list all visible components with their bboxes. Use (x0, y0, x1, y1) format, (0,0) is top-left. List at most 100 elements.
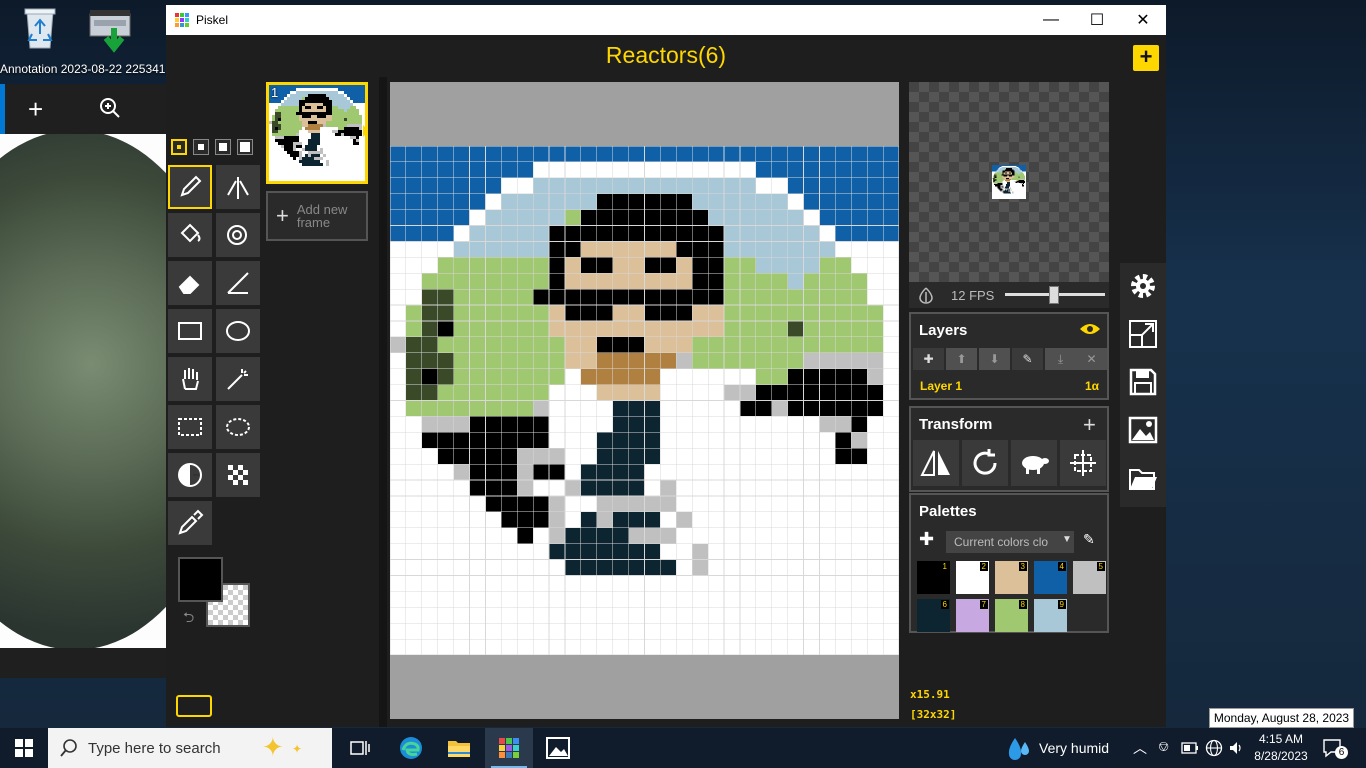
swap-colors-icon[interactable]: ⮌ (183, 607, 194, 631)
webcam-icon[interactable]: ⎊ (1158, 738, 1169, 755)
edit-layer-button[interactable]: ✎ (1012, 348, 1043, 370)
onion-skin-icon[interactable] (917, 286, 935, 307)
taskbar-search[interactable]: Type here to search ✦ ✦ (48, 728, 332, 768)
globe-icon[interactable] (1205, 739, 1223, 757)
edge-browser-button[interactable] (387, 728, 435, 768)
scanner-icon[interactable] (84, 4, 144, 64)
drawing-canvas[interactable] (390, 146, 899, 655)
edit-palette-icon[interactable]: ✎ (1083, 531, 1095, 548)
tools-panel: ⮌ (166, 77, 266, 727)
magic-wand-icon (227, 369, 248, 390)
palette-swatch[interactable]: 7 (956, 599, 989, 632)
zoom-icon[interactable] (98, 96, 122, 125)
rectangle-tool[interactable] (168, 309, 212, 353)
settings-toolbar (1120, 263, 1166, 507)
recycle-bin-icon[interactable] (10, 4, 70, 64)
close-button[interactable]: ✕ (1120, 5, 1166, 35)
pen-size-3[interactable] (215, 139, 231, 155)
palette-swatch[interactable]: 8 (995, 599, 1028, 632)
settings-button[interactable] (1120, 263, 1166, 309)
chevron-up-icon[interactable]: ︿ (1133, 738, 1147, 758)
open-button[interactable] (1120, 455, 1166, 501)
battery-icon[interactable] (1181, 741, 1199, 755)
edge-icon (400, 737, 422, 759)
stroke-tool[interactable] (216, 261, 260, 305)
pen-size-selector (171, 139, 253, 155)
palette-swatch[interactable]: 6 (917, 599, 950, 632)
palette-swatch[interactable]: 2 (956, 561, 989, 594)
color-picker-tool[interactable] (168, 501, 212, 545)
taskbar: Type here to search ✦ ✦ Very humid ︿ ⎊ 4… (0, 728, 1366, 768)
palette-swatch[interactable]: 3 (995, 561, 1028, 594)
circle-tool[interactable] (216, 309, 260, 353)
pen-size-4[interactable] (237, 139, 253, 155)
new-sprite-button[interactable]: + (1133, 45, 1159, 71)
clone-button[interactable] (1011, 440, 1057, 486)
palette-swatch[interactable]: 5 (1073, 561, 1106, 594)
system-clock[interactable]: 4:15 AM 8/28/2023 (1250, 731, 1312, 765)
photos-button[interactable] (534, 728, 582, 768)
move-layer-up-button[interactable]: ⬆ (946, 348, 977, 370)
piskel-taskbar-button[interactable] (485, 728, 533, 768)
pen-tool[interactable] (168, 165, 212, 209)
paint-bucket-tool[interactable] (168, 213, 212, 257)
swatch-number: 2 (979, 562, 988, 571)
pen-size-2[interactable] (193, 139, 209, 155)
move-tool[interactable] (168, 357, 212, 401)
shape-selection-tool[interactable] (216, 357, 260, 401)
eye-icon[interactable] (1079, 321, 1101, 342)
palette-swatch[interactable]: 9 (1034, 599, 1067, 632)
fps-slider-handle[interactable] (1049, 286, 1059, 304)
zoom-level: x15.91 (910, 688, 950, 701)
add-frame-button[interactable]: + Add new frame (266, 191, 368, 241)
dithering-tool[interactable] (216, 453, 260, 497)
export-button[interactable] (1120, 407, 1166, 453)
swatch-number: 3 (1018, 562, 1027, 571)
drawing-canvas-area[interactable] (390, 82, 899, 719)
eraser-tool[interactable] (168, 261, 212, 305)
folder-icon (1129, 469, 1157, 490)
task-view-button[interactable] (336, 728, 384, 768)
lighten-tool[interactable] (168, 453, 212, 497)
maximize-button[interactable]: ☐ (1074, 5, 1120, 35)
add-icon[interactable]: + (28, 96, 43, 122)
pen-size-1[interactable] (171, 139, 187, 155)
palette-select[interactable]: Current colors clo (946, 531, 1074, 553)
expand-transform-icon[interactable]: + (1083, 412, 1096, 438)
notifications-button[interactable]: 6 (1322, 737, 1348, 764)
add-layer-button[interactable]: ✚ (913, 348, 944, 370)
paint-same-pixels-tool[interactable] (216, 213, 260, 257)
resize-button[interactable] (1120, 311, 1166, 357)
start-button[interactable] (0, 728, 48, 768)
delete-layer-button[interactable]: ✕ (1076, 348, 1107, 370)
vertical-mirror-pen-tool[interactable] (216, 165, 260, 209)
dither-icon (228, 465, 248, 485)
flip-button[interactable] (913, 440, 959, 486)
document-title[interactable]: Reactors(6) (166, 42, 1166, 69)
eraser-icon (178, 275, 200, 294)
weather-text[interactable]: Very humid (1039, 740, 1109, 756)
rectangle-selection-tool[interactable] (168, 405, 212, 449)
primary-color-swatch[interactable] (178, 557, 223, 602)
mirror-pen-icon (227, 177, 249, 199)
lasso-selection-tool[interactable] (216, 405, 260, 449)
humidity-icon[interactable] (1007, 736, 1031, 762)
volume-icon[interactable] (1228, 740, 1244, 756)
background-photo-window (0, 84, 166, 678)
align-center-button[interactable] (1060, 440, 1106, 486)
file-explorer-button[interactable] (435, 728, 483, 768)
save-button[interactable] (1120, 359, 1166, 405)
rotate-button[interactable] (962, 440, 1008, 486)
minimize-button[interactable]: — (1028, 5, 1074, 35)
palette-swatch[interactable]: 1 (917, 561, 950, 594)
move-layer-down-button[interactable]: ⬇ (979, 348, 1010, 370)
layer-item[interactable]: Layer 1 1α (911, 374, 1107, 398)
frame-number: 1 (271, 85, 279, 100)
layer-opacity[interactable]: 1α (1085, 379, 1099, 393)
palette-swatch[interactable]: 4 (1034, 561, 1067, 594)
chevron-down-icon[interactable]: ▼ (1062, 534, 1072, 545)
add-palette-icon[interactable]: ✚ (919, 529, 934, 550)
frame-thumbnail[interactable]: 1 (266, 82, 368, 184)
merge-layer-button[interactable]: ⤓ (1045, 348, 1076, 370)
keyboard-shortcuts-icon[interactable] (176, 695, 212, 717)
